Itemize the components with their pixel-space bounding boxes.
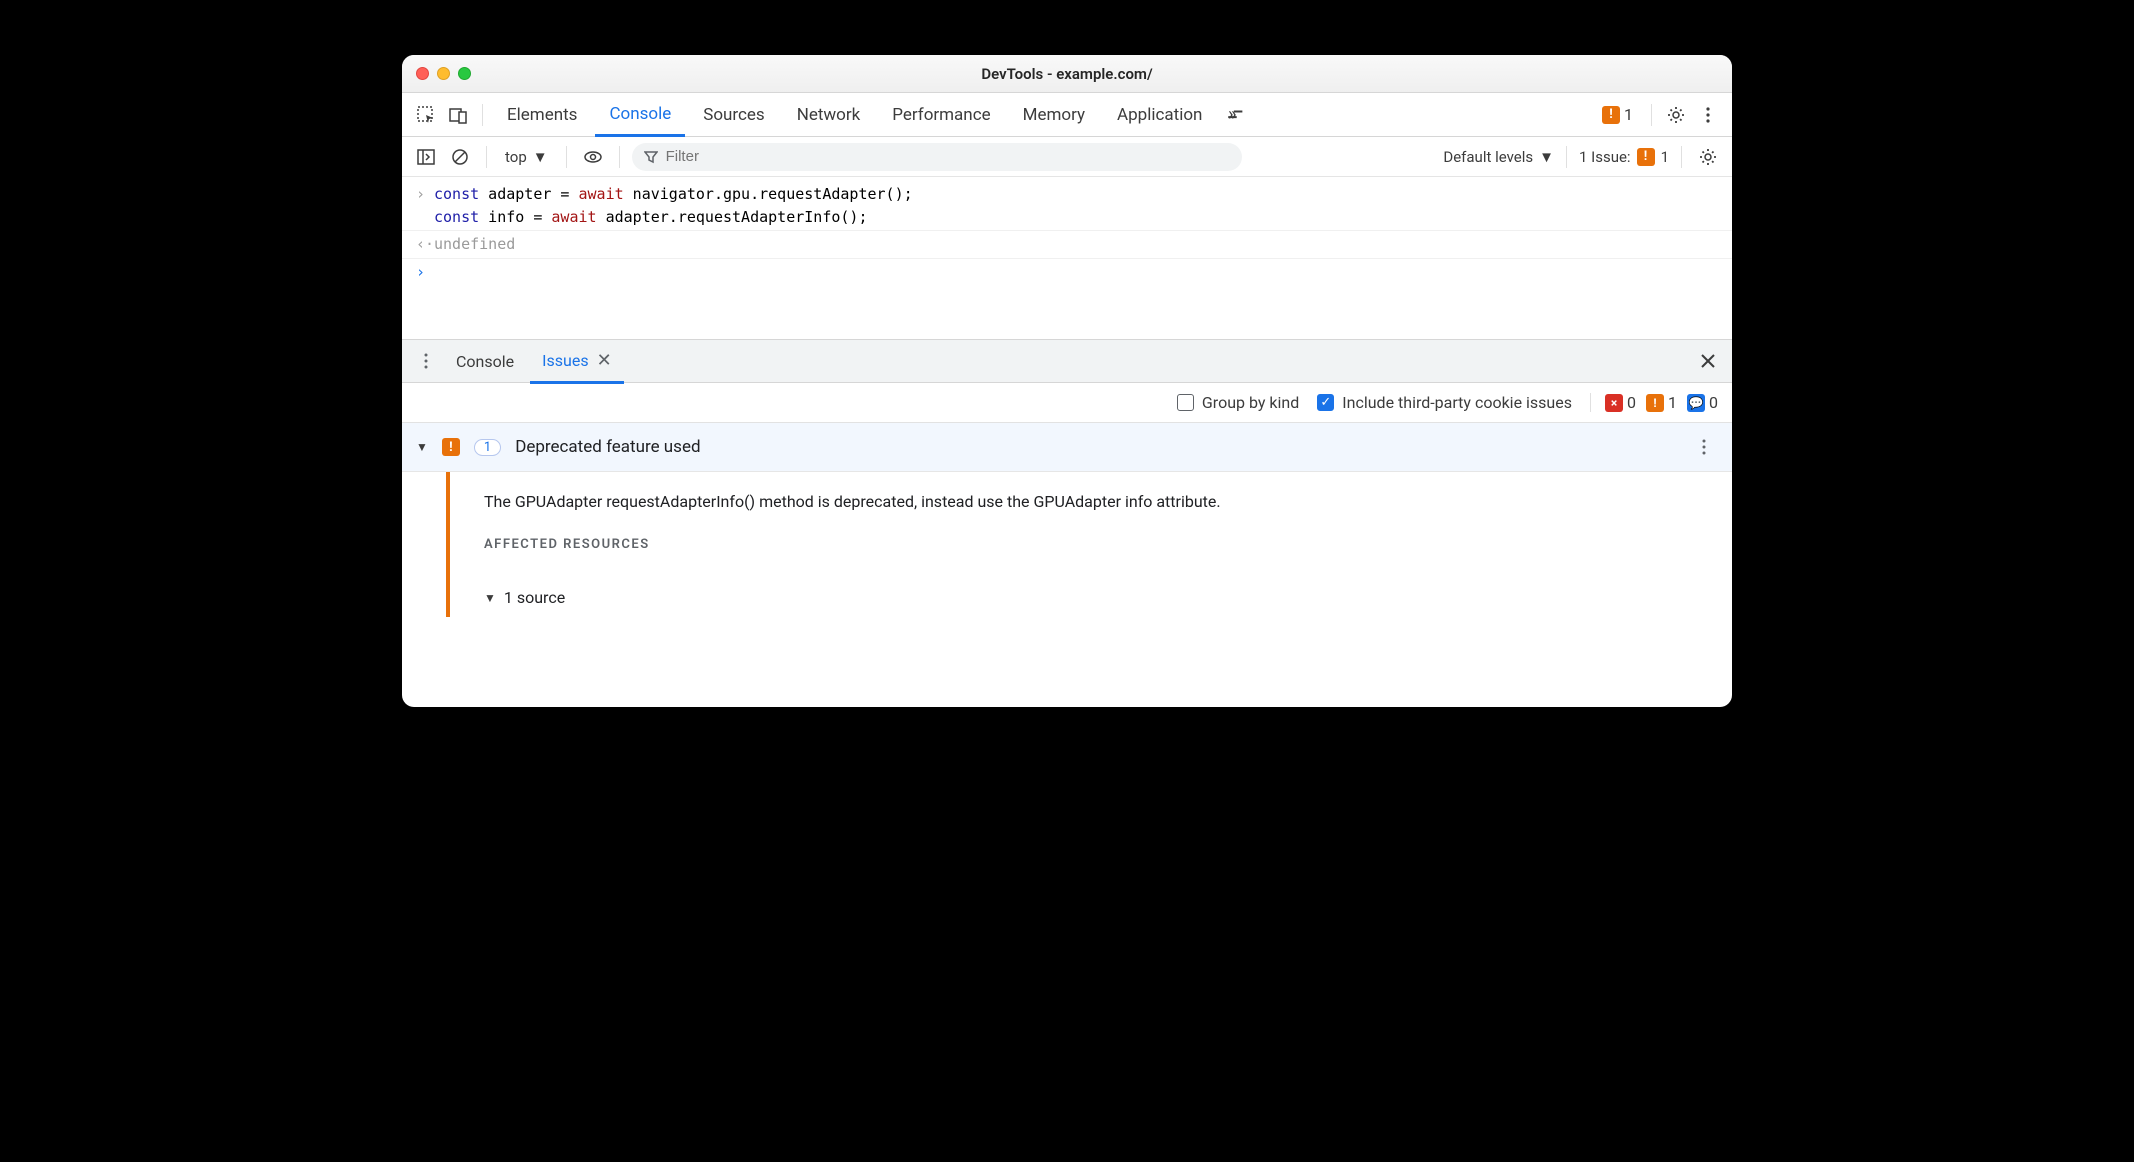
- console-code: const adapter = await navigator.gpu.requ…: [434, 183, 913, 228]
- more-tabs-icon[interactable]: »: [1222, 101, 1250, 129]
- drawer-tab-issues[interactable]: Issues ✕: [530, 340, 624, 384]
- group-by-kind-checkbox[interactable]: Group by kind: [1177, 393, 1299, 412]
- error-badge-icon: ×: [1605, 394, 1623, 412]
- divider: [486, 146, 487, 168]
- close-window-button[interactable]: [416, 67, 429, 80]
- svg-text:»: »: [1228, 104, 1236, 125]
- titlebar: DevTools - example.com/: [402, 55, 1732, 93]
- divider: [619, 146, 620, 168]
- error-count[interactable]: × 0: [1605, 393, 1636, 412]
- close-tab-icon[interactable]: ✕: [597, 350, 612, 371]
- info-count-value: 0: [1709, 393, 1718, 412]
- live-expression-icon[interactable]: [579, 143, 607, 171]
- context-label: top: [505, 148, 527, 166]
- warning-badge-icon: !: [442, 438, 460, 456]
- source-count: 1 source: [504, 588, 565, 607]
- issue-body: The GPUAdapter requestAdapterInfo() meth…: [402, 472, 1732, 617]
- divider: [1681, 146, 1682, 168]
- warning-count[interactable]: ! 1: [1646, 393, 1677, 412]
- divider: [1651, 104, 1652, 126]
- chevron-down-icon: ▼: [533, 148, 548, 166]
- levels-label: Default levels: [1443, 148, 1533, 166]
- warning-badge-icon: !: [1646, 394, 1664, 412]
- tab-sources[interactable]: Sources: [689, 93, 778, 137]
- output-chevron-icon: ‹·: [416, 233, 434, 256]
- chevron-down-icon: ▼: [1539, 148, 1554, 166]
- zoom-window-button[interactable]: [458, 67, 471, 80]
- group-label: Group by kind: [1202, 393, 1299, 412]
- devtools-window: DevTools - example.com/ Elements Console…: [402, 55, 1732, 707]
- tab-performance[interactable]: Performance: [878, 93, 1004, 137]
- error-count-value: 0: [1627, 393, 1636, 412]
- inspect-element-icon[interactable]: [412, 101, 440, 129]
- settings-icon[interactable]: [1662, 101, 1690, 129]
- tab-memory[interactable]: Memory: [1009, 93, 1099, 137]
- tab-elements[interactable]: Elements: [493, 93, 591, 137]
- issue-message: The GPUAdapter requestAdapterInfo() meth…: [484, 492, 1221, 511]
- drawer-tab-console[interactable]: Console: [444, 339, 526, 383]
- affected-source-row[interactable]: ▼ 1 source: [484, 588, 1221, 607]
- window-title: DevTools - example.com/: [981, 65, 1152, 83]
- warning-count-value: 1: [1668, 393, 1677, 412]
- main-tabstrip: Elements Console Sources Network Perform…: [402, 93, 1732, 137]
- affected-resources-label: AFFECTED RESOURCES: [484, 537, 1221, 552]
- top-issues-indicator[interactable]: ! 1: [1602, 105, 1633, 124]
- tab-application[interactable]: Application: [1103, 93, 1216, 137]
- log-levels-selector[interactable]: Default levels ▼: [1443, 148, 1554, 166]
- drawer-kebab-icon[interactable]: [412, 347, 440, 375]
- triangle-right-icon[interactable]: ▼: [484, 591, 496, 605]
- drawer-tab-label: Issues: [542, 351, 588, 370]
- filter-container: [632, 143, 1242, 171]
- include-third-party-checkbox[interactable]: ✓ Include third-party cookie issues: [1317, 393, 1572, 412]
- console-output-row[interactable]: ‹· undefined: [402, 230, 1732, 259]
- device-toolbar-icon[interactable]: [444, 101, 472, 129]
- third-party-label: Include third-party cookie issues: [1342, 393, 1572, 412]
- issues-toolbar: Group by kind ✓ Include third-party cook…: [402, 383, 1732, 423]
- warning-badge-icon: !: [1602, 106, 1620, 124]
- divider: [1566, 146, 1567, 168]
- console-settings-icon[interactable]: [1694, 143, 1722, 171]
- clear-console-icon[interactable]: [446, 143, 474, 171]
- console-output: undefined: [434, 233, 515, 256]
- console-toolbar: top ▼ Default levels ▼ 1 Issue: ! 1: [402, 137, 1732, 177]
- console-input-row[interactable]: › const adapter = await navigator.gpu.re…: [402, 181, 1732, 230]
- input-chevron-icon: ›: [416, 183, 434, 228]
- issue-count-pill: 1: [474, 439, 501, 456]
- info-badge-icon: 💬: [1687, 394, 1705, 412]
- console-prompt[interactable]: ›: [402, 259, 1732, 286]
- traffic-lights: [416, 67, 471, 80]
- issue-kebab-icon[interactable]: [1690, 433, 1718, 461]
- execution-context-selector[interactable]: top ▼: [499, 148, 554, 166]
- issue-counts: × 0 ! 1 💬 0: [1590, 393, 1718, 412]
- filter-icon: [644, 150, 658, 164]
- info-count[interactable]: 💬 0: [1687, 393, 1718, 412]
- tab-console[interactable]: Console: [595, 93, 685, 137]
- divider: [482, 104, 483, 126]
- divider: [566, 146, 567, 168]
- drawer-tabstrip: Console Issues ✕: [402, 339, 1732, 383]
- issues-link[interactable]: 1 Issue: ! 1: [1579, 148, 1669, 166]
- tab-network[interactable]: Network: [783, 93, 875, 137]
- top-issue-count: 1: [1624, 105, 1633, 124]
- issue-count: 1: [1661, 148, 1669, 166]
- kebab-menu-icon[interactable]: [1694, 101, 1722, 129]
- checkbox-unchecked-icon: [1177, 394, 1194, 411]
- toggle-sidebar-icon[interactable]: [412, 143, 440, 171]
- issue-title: Deprecated feature used: [515, 437, 700, 457]
- close-drawer-icon[interactable]: [1694, 347, 1722, 375]
- issue-category-row[interactable]: ▼ ! 1 Deprecated feature used: [402, 423, 1732, 472]
- minimize-window-button[interactable]: [437, 67, 450, 80]
- checkbox-checked-icon: ✓: [1317, 394, 1334, 411]
- triangle-down-icon[interactable]: ▼: [416, 440, 428, 454]
- console-messages: › const adapter = await navigator.gpu.re…: [402, 177, 1732, 339]
- issues-label: 1 Issue:: [1579, 148, 1631, 166]
- filter-input[interactable]: [666, 148, 1230, 165]
- prompt-chevron-icon: ›: [416, 261, 434, 284]
- warning-badge-icon: !: [1637, 148, 1655, 166]
